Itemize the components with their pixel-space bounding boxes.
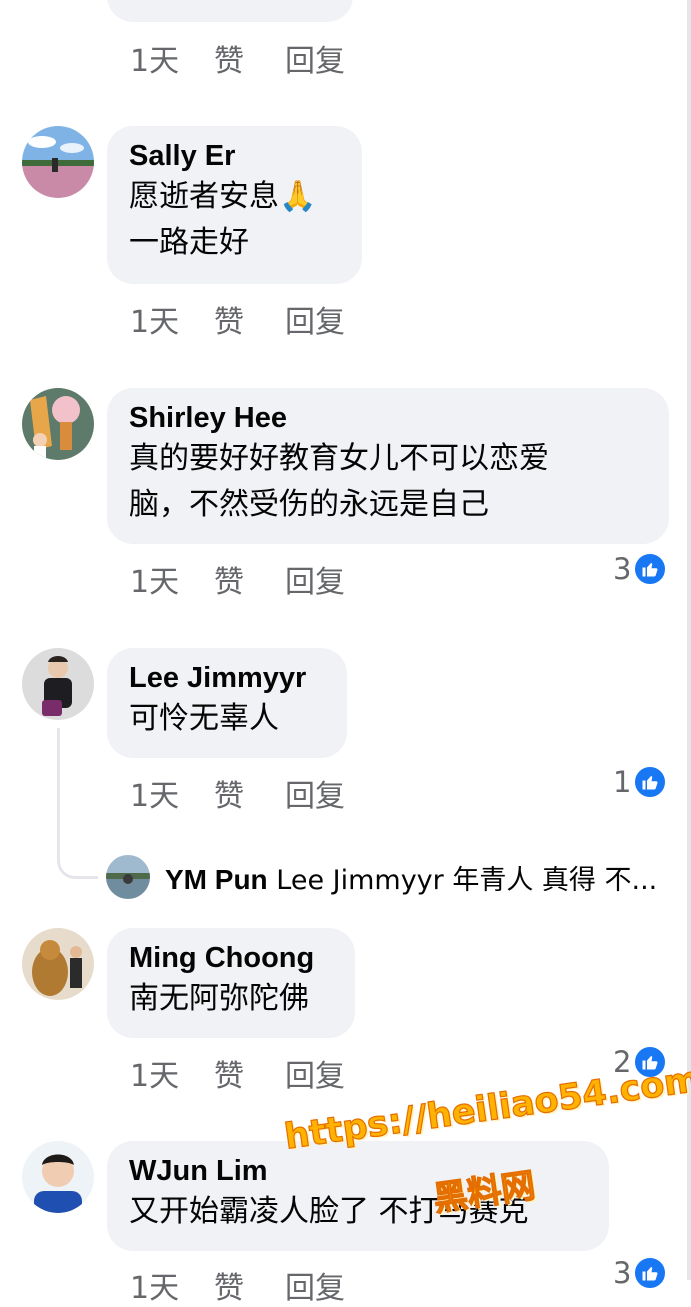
commenter-name[interactable]: Lee Jimmyyr (129, 660, 325, 696)
thumbs-up-icon (633, 552, 668, 586)
like-button[interactable]: 赞 (214, 557, 244, 601)
reaction-count[interactable]: 1 (613, 765, 668, 799)
like-button[interactable]: 赞 (214, 771, 244, 815)
thumbs-up-icon (633, 1256, 668, 1290)
commenter-name[interactable]: Ming Choong (129, 940, 333, 976)
like-button[interactable]: 赞 (214, 36, 244, 80)
comment-text: 真的要好好教育女儿不可以恋爱 脑，不然受伤的永远是自己 (129, 441, 549, 522)
comment-bubble-partial (107, 0, 353, 22)
time-label: 1天 (130, 1271, 180, 1306)
reaction-number: 1 (613, 765, 632, 799)
avatar[interactable] (22, 928, 94, 1000)
avatar[interactable] (22, 1141, 94, 1213)
commenter-name[interactable]: Sally Er (129, 138, 340, 174)
reply-button[interactable]: 回复 (285, 557, 345, 601)
time-label: 1天 (130, 1059, 180, 1094)
reply-button[interactable]: 回复 (285, 297, 345, 341)
reply-avatar[interactable] (106, 855, 150, 899)
avatar[interactable] (22, 388, 94, 460)
commenter-name[interactable]: Shirley Hee (129, 400, 647, 436)
reaction-number: 3 (613, 1256, 632, 1290)
reply-button[interactable]: 回复 (285, 36, 345, 80)
avatar[interactable] (22, 126, 94, 198)
reply-button[interactable]: 回复 (285, 771, 345, 815)
reply-button[interactable]: 回复 (285, 1051, 345, 1095)
reply-author-name[interactable]: YM Pun (165, 864, 268, 895)
thumbs-up-icon (633, 765, 668, 799)
reply-button[interactable]: 回复 (285, 1263, 345, 1307)
reply-preview[interactable]: YM Pun Lee Jimmyyr 年青人 真得 不... (165, 858, 660, 897)
time-label: 1天 (130, 44, 180, 79)
comment-bubble: Shirley Hee 真的要好好教育女儿不可以恋爱 脑，不然受伤的永远是自己 (107, 388, 669, 544)
like-button[interactable]: 赞 (214, 297, 244, 341)
reaction-count[interactable]: 3 (613, 1256, 668, 1290)
reaction-number: 3 (613, 552, 632, 586)
comment-bubble: Ming Choong 南无阿弥陀佛 (107, 928, 355, 1038)
reply-text: Lee Jimmyyr 年青人 真得 不... (276, 865, 658, 896)
comment-bubble: Sally Er 愿逝者安息🙏 一路走好 (107, 126, 362, 284)
time-label: 1天 (130, 305, 180, 340)
like-button[interactable]: 赞 (214, 1051, 244, 1095)
time-label: 1天 (130, 779, 180, 814)
comment-text: 南无阿弥陀佛 (129, 981, 309, 1016)
reaction-count[interactable]: 3 (613, 552, 668, 586)
reply-thread-line (57, 728, 98, 879)
comment-text: 可怜无辜人 (129, 701, 279, 736)
comment-bubble: Lee Jimmyyr 可怜无辜人 (107, 648, 347, 758)
comment-text: 愿逝者安息🙏 一路走好 (129, 179, 317, 260)
time-label: 1天 (130, 565, 180, 600)
like-button[interactable]: 赞 (214, 1263, 244, 1307)
avatar[interactable] (22, 648, 94, 720)
